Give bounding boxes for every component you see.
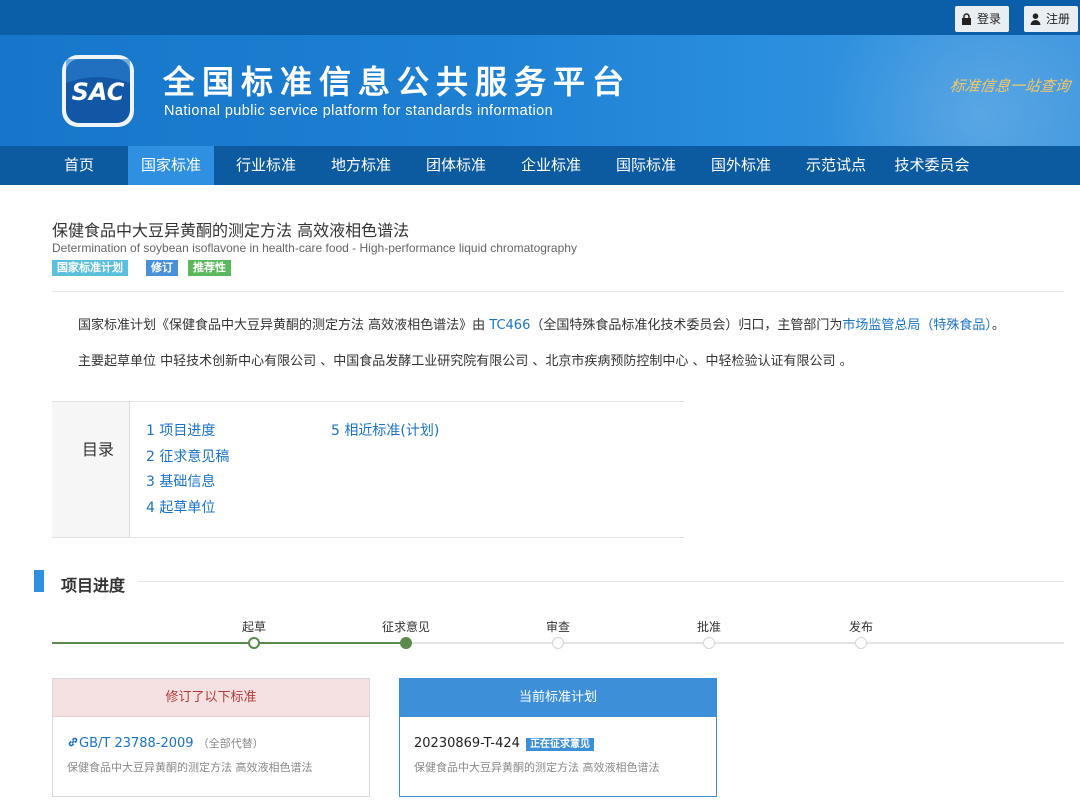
badge-recommended: 推荐性 xyxy=(188,260,231,276)
progress-step-dot xyxy=(552,637,564,649)
current-plan-card: 当前标准计划 20230869-T-424 正在征求意见 保健食品中大豆异黄酮的… xyxy=(399,678,717,797)
progress-step-label: 审查 xyxy=(545,620,571,634)
plan-number[interactable]: 20230869-T-424 xyxy=(414,736,520,751)
toc-item-basic-info[interactable]: 3 基础信息 xyxy=(146,471,215,491)
progress-step-dot xyxy=(855,637,867,649)
nav-item-home[interactable]: 首页 xyxy=(48,146,110,185)
nav-item-national-standards[interactable]: 国家标准 xyxy=(128,146,214,185)
intro-paragraph-2: 主要起草单位 中轻技术创新中心有限公司 、中国食品发酵工业研究院有限公司 、北京… xyxy=(78,354,853,369)
intro-paragraph-1: 国家标准计划《保健食品中大豆异黄酮的测定方法 高效液相色谱法》由 TC466（全… xyxy=(78,314,1005,333)
revised-card-header: 修订了以下标准 xyxy=(53,679,369,717)
site-subtitle: National public service platform for sta… xyxy=(164,103,554,119)
toc-divider xyxy=(129,402,130,537)
progress-step-label: 批准 xyxy=(696,620,722,634)
nav-item-international-standards[interactable]: 国际标准 xyxy=(606,146,686,185)
revised-standard-link[interactable]: GB/T 23788-2009 xyxy=(79,736,194,751)
progress-step-dot xyxy=(248,637,260,649)
nav-item-foreign-standards[interactable]: 国外标准 xyxy=(701,146,781,185)
revised-standards-card: 修订了以下标准 GB/T 23788-2009 （全部代替） 保健食品中大豆异黄… xyxy=(52,678,370,797)
register-button[interactable]: 注册 xyxy=(1024,6,1079,32)
document-title-en: Determination of soybean isoflavone in h… xyxy=(52,241,577,255)
revised-standard-name: 保健食品中大豆异黄酮的测定方法 高效液相色谱法 xyxy=(67,761,313,774)
current-plan-name: 保健食品中大豆异黄酮的测定方法 高效液相色谱法 xyxy=(414,761,660,774)
section-title-progress: 项目进度 xyxy=(61,576,126,595)
progress-step-dot xyxy=(703,637,715,649)
main-nav: 首页 国家标准 行业标准 地方标准 团体标准 企业标准 国际标准 国外标准 示范… xyxy=(0,146,1080,185)
progress-step-label: 征求意见 xyxy=(381,620,431,634)
nav-item-industry-standards[interactable]: 行业标准 xyxy=(226,146,306,185)
toc-item-drafting-units[interactable]: 4 起草单位 xyxy=(146,497,215,517)
toc-item-draft-for-comments[interactable]: 2 征求意见稿 xyxy=(146,446,229,466)
divider xyxy=(52,291,1064,292)
current-card-header: 当前标准计划 xyxy=(400,679,716,717)
replacement-note: （全部代替） xyxy=(197,737,264,750)
current-card-body: 20230869-T-424 正在征求意见 保健食品中大豆异黄酮的测定方法 高效… xyxy=(400,717,716,775)
progress-step-dot xyxy=(400,637,412,649)
revised-standard-line: GB/T 23788-2009 （全部代替） xyxy=(67,735,355,751)
intro-text: 国家标准计划《保健食品中大豆异黄酮的测定方法 高效液相色谱法》由 xyxy=(78,318,490,333)
badge-plan-type: 国家标准计划 xyxy=(52,260,128,276)
nav-item-enterprise-standards[interactable]: 企业标准 xyxy=(511,146,591,185)
intro-text: （全国特殊食品标准化技术委员会）归口，主管部门为 xyxy=(530,318,843,333)
document-title: 保健食品中大豆异黄酮的测定方法 高效液相色谱法 xyxy=(52,221,410,240)
nav-item-group-standards[interactable]: 团体标准 xyxy=(416,146,496,185)
link-icon xyxy=(68,737,78,747)
user-icon xyxy=(1030,13,1041,25)
badge-revision: 修订 xyxy=(146,260,178,276)
logo-text: SAC xyxy=(72,78,125,106)
status-badge: 正在征求意见 xyxy=(526,738,595,751)
site-slogan: 标准信息一站查询 xyxy=(948,77,1072,95)
revised-card-body: GB/T 23788-2009 （全部代替） 保健食品中大豆异黄酮的测定方法 高… xyxy=(53,717,369,775)
toc-item-similar-standards[interactable]: 5 相近标准(计划) xyxy=(331,420,439,440)
top-utility-bar: 登录 注册 xyxy=(0,0,1080,35)
section-marker xyxy=(34,570,44,592)
login-label: 登录 xyxy=(977,12,1002,26)
nav-item-local-standards[interactable]: 地方标准 xyxy=(321,146,401,185)
lock-icon xyxy=(962,13,971,25)
site-banner: SAC 全国标准信息公共服务平台 National public service… xyxy=(0,35,1080,146)
nav-item-pilot-demos[interactable]: 示范试点 xyxy=(796,146,876,185)
current-plan-line: 20230869-T-424 正在征求意见 xyxy=(414,735,702,751)
toc-item-progress[interactable]: 1 项目进度 xyxy=(146,420,215,440)
section-divider xyxy=(138,581,1064,582)
table-of-contents: 目录 1 项目进度 2 征求意见稿 3 基础信息 4 起草单位 5 相近标准(计… xyxy=(52,401,684,538)
progress-step-label: 发布 xyxy=(848,620,874,634)
sac-logo[interactable]: SAC xyxy=(60,53,136,129)
nav-item-tech-committees[interactable]: 技术委员会 xyxy=(886,146,978,185)
register-label: 注册 xyxy=(1046,12,1071,26)
tc466-link[interactable]: TC466 xyxy=(489,318,530,333)
progress-step-label: 起草 xyxy=(241,620,267,634)
toc-title: 目录 xyxy=(82,440,115,459)
department-link[interactable]: 市场监管总局（特殊食品） xyxy=(842,318,992,333)
site-title: 全国标准信息公共服务平台 xyxy=(163,63,632,101)
login-button[interactable]: 登录 xyxy=(955,6,1010,32)
progress-completed xyxy=(52,642,406,644)
intro-text: 。 xyxy=(991,318,1005,333)
